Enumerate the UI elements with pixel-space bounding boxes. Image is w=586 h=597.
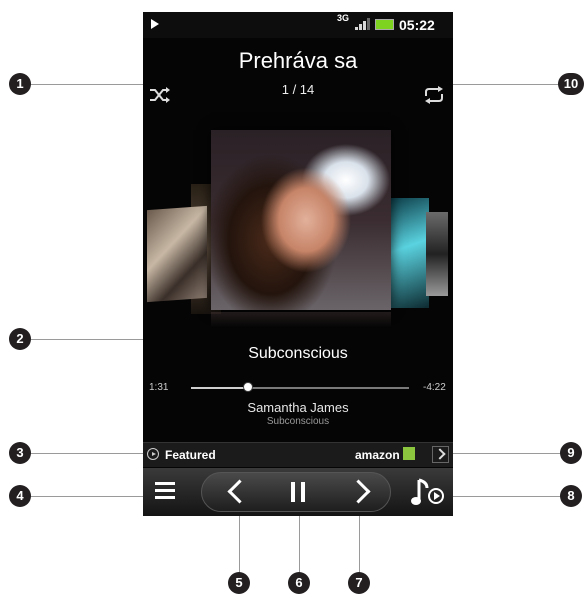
play-circle-icon [147, 448, 159, 460]
album-art-previous[interactable] [147, 205, 207, 303]
previous-button[interactable] [215, 472, 255, 512]
callout-8: 8 [560, 485, 582, 507]
next-button[interactable] [341, 472, 381, 512]
album-art-next[interactable] [385, 198, 429, 308]
next-icon [346, 479, 371, 504]
elapsed-time: 1:31 [149, 382, 169, 393]
callout-3: 3 [9, 442, 31, 464]
now-playing-icon [151, 19, 159, 29]
shuffle-icon[interactable] [149, 86, 171, 104]
chevron-right-icon[interactable] [432, 446, 449, 463]
menu-button[interactable] [149, 476, 181, 508]
previous-icon [227, 479, 252, 504]
phone-screen: 3G 05:22 Prehráva sa 1 / 14 Subconscious… [143, 12, 453, 516]
callout-7: 7 [348, 572, 370, 594]
mp3-icon [403, 447, 415, 460]
callout-line-9 [440, 453, 566, 454]
artist-name: Samantha James [247, 400, 349, 415]
repeat-icon[interactable] [422, 86, 446, 104]
album-art-reflection [211, 312, 391, 328]
callout-6: 6 [288, 572, 310, 594]
callout-line-3 [30, 453, 156, 454]
callout-line-7 [359, 508, 360, 574]
album-art-next-2[interactable] [426, 212, 448, 296]
callout-line-8 [440, 496, 566, 497]
callout-line-5 [239, 508, 240, 574]
track-counter: 1 / 14 [281, 82, 315, 97]
amazon-logo[interactable]: amazon [355, 448, 400, 462]
clock: 05:22 [399, 17, 435, 33]
pause-button[interactable] [278, 472, 318, 512]
progress-thumb[interactable] [242, 382, 253, 392]
status-bar: 3G 05:22 [143, 12, 453, 38]
album-name: Subconscious [266, 416, 330, 427]
remaining-time: -4:22 [423, 382, 446, 393]
callout-5: 5 [228, 572, 250, 594]
progress-fill [191, 387, 248, 389]
album-art-current[interactable] [211, 130, 391, 310]
network-type: 3G [337, 13, 350, 23]
playback-controls [143, 468, 453, 516]
callout-9: 9 [560, 442, 582, 464]
page-title: Prehráva sa [238, 48, 358, 73]
featured-label[interactable]: Featured [165, 448, 216, 462]
battery-icon [375, 19, 394, 30]
callout-line-10 [448, 84, 566, 85]
music-library-icon[interactable] [409, 474, 449, 510]
callout-2: 2 [9, 328, 31, 350]
callout-4: 4 [9, 485, 31, 507]
progress-bar[interactable] [191, 382, 409, 392]
callout-line-4 [30, 496, 158, 497]
callout-line-6 [299, 508, 300, 574]
callout-line-1 [30, 84, 148, 85]
signal-icon [355, 18, 370, 30]
featured-bar[interactable]: Featured amazon [143, 442, 453, 467]
song-title: Subconscious [248, 345, 348, 362]
callout-10: 10 [558, 73, 584, 95]
callout-1: 1 [9, 73, 31, 95]
